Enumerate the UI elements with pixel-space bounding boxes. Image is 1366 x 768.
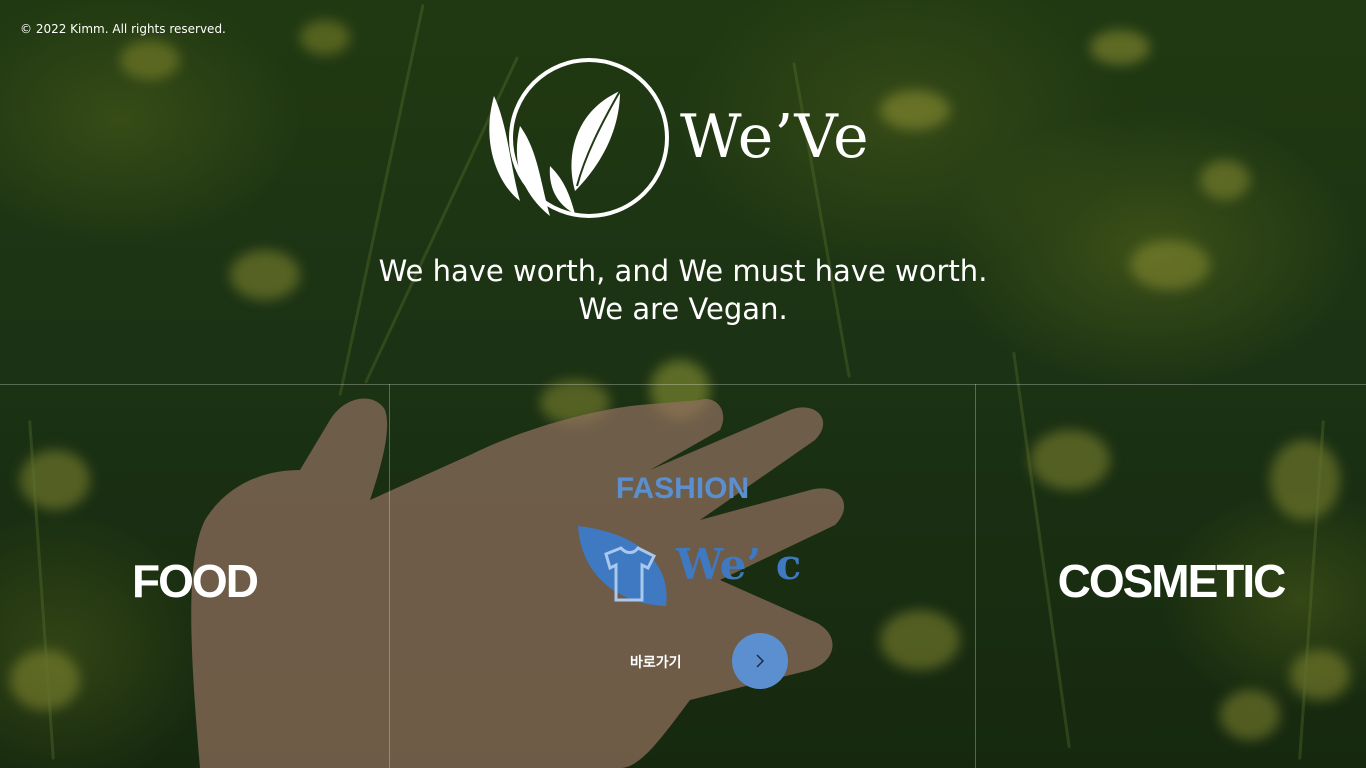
fashion-brand-wordmark: We’ c: [676, 540, 802, 589]
leaf-circle-icon: [489, 58, 669, 218]
brand-wordmark: We’Ve: [680, 102, 870, 172]
tagline-line-2: We are Vegan.: [578, 292, 788, 326]
chevron-right-icon: [756, 654, 765, 668]
tshirt-leaf-icon: [578, 526, 667, 606]
tagline-line-1: We have worth, and We must have worth.: [378, 254, 988, 288]
goto-label[interactable]: 바로가기: [630, 652, 682, 672]
brand-logo[interactable]: We’Ve: [480, 56, 900, 221]
panel-fashion[interactable]: FASHION We’ c 바로가기: [390, 384, 975, 768]
hero-tagline: We have worth, and We must have worth. W…: [0, 252, 1366, 328]
panel-food-title: FOOD: [132, 555, 259, 607]
goto-button[interactable]: [732, 633, 788, 689]
copyright-text: © 2022 Kimm. All rights reserved.: [20, 22, 226, 36]
fashion-brand-logo: We’ c: [576, 524, 806, 608]
panel-cosmetic[interactable]: COSMETIC: [976, 384, 1366, 768]
panel-cosmetic-title: COSMETIC: [1057, 555, 1287, 607]
panel-fashion-title: FASHION: [615, 472, 750, 505]
category-panels: FOOD FASHION We’ c 바로가기 COSMETIC: [0, 384, 1366, 768]
panel-food[interactable]: FOOD: [0, 384, 389, 768]
